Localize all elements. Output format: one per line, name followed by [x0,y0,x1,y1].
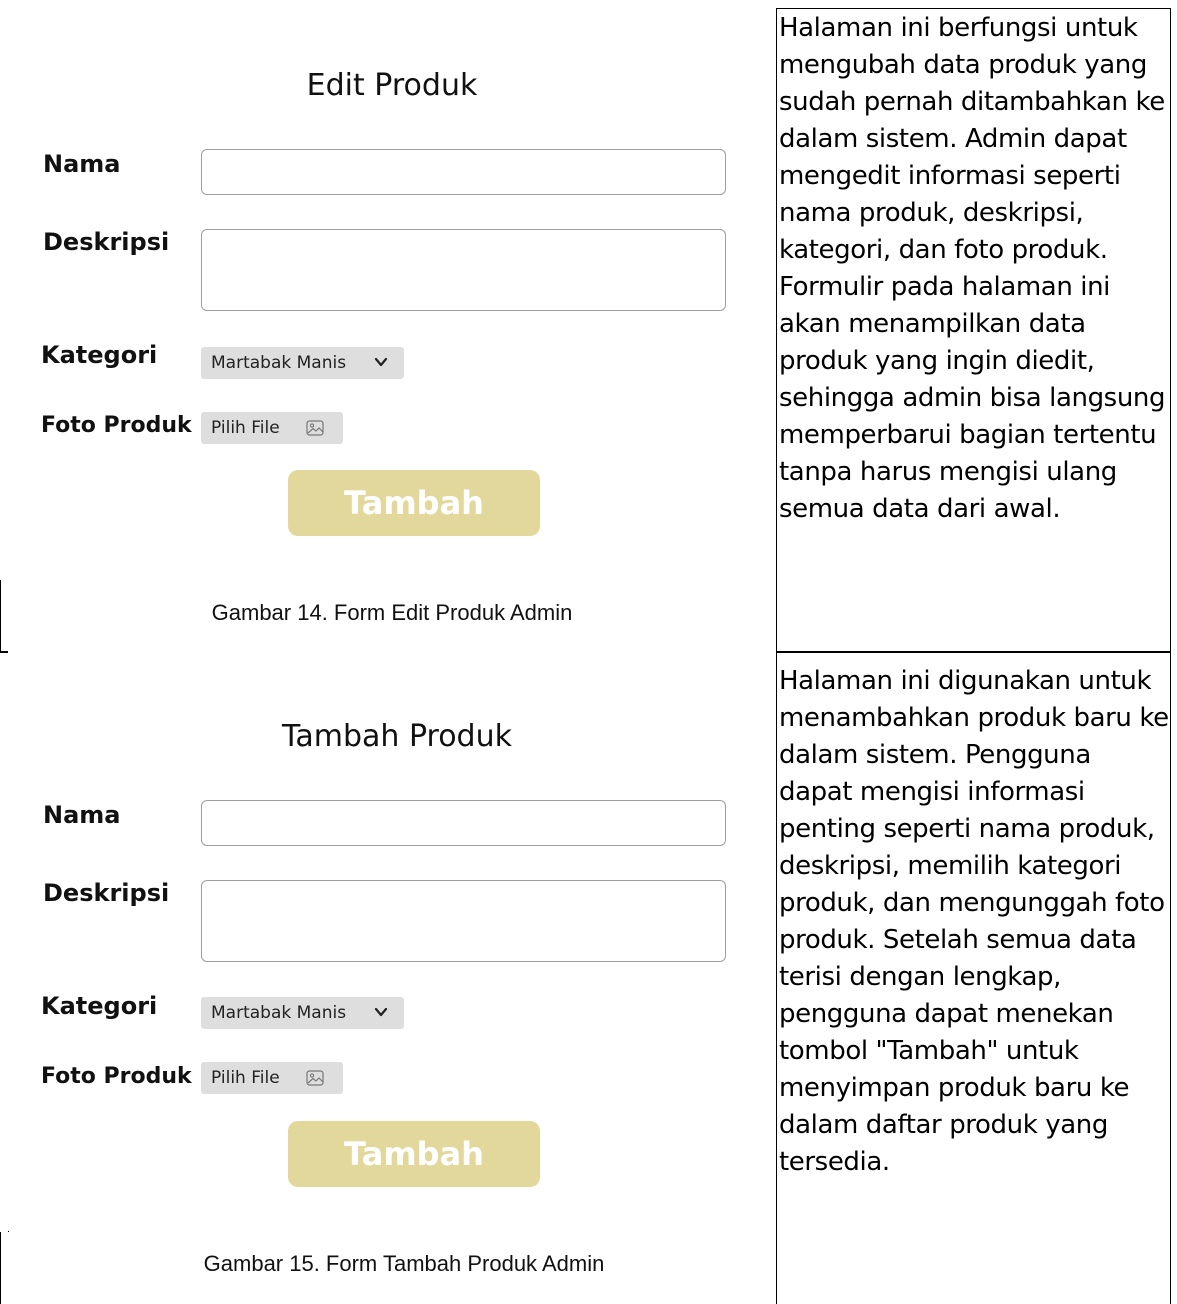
description-label: Deskripsi [43,228,170,256]
category-select[interactable]: Martabak Manis [201,347,404,379]
description-text: Halaman ini berfungsi untuk mengubah dat… [779,13,1166,524]
description-label: Deskripsi [43,879,170,907]
file-picker-button[interactable]: Pilih File [201,1062,343,1094]
table-row-edit: Edit Produk Nama Deskripsi Kategori Mart… [0,0,1177,651]
mockup-cell: Tambah Produk Nama Deskripsi Kategori Ma… [8,651,776,1304]
mockup-cell: Edit Produk Nama Deskripsi Kategori Mart… [8,0,776,651]
chevron-down-icon [374,1007,388,1017]
form-title: Edit Produk [306,68,478,103]
category-select-value: Martabak Manis [211,353,347,373]
photo-label: Foto Produk [41,413,192,438]
image-icon [306,1070,324,1086]
category-label: Kategori [41,992,158,1020]
description-input[interactable] [201,880,726,962]
name-label: Nama [43,150,121,178]
category-select[interactable]: Martabak Manis [201,997,404,1029]
chevron-down-icon [374,357,388,367]
category-select-value: Martabak Manis [211,1003,347,1023]
description-cell: Halaman ini digunakan untuk menambahkan … [776,651,1170,1304]
photo-label: Foto Produk [41,1064,192,1089]
file-picker-label: Pilih File [211,418,280,438]
figure-caption: Gambar 15. Form Tambah Produk Admin [203,1251,605,1276]
edit-product-form: Edit Produk Nama Deskripsi Kategori Mart… [8,0,776,580]
figure-caption: Gambar 14. Form Edit Produk Admin [211,600,573,625]
form-title: Tambah Produk [282,719,512,754]
name-input[interactable] [201,800,726,846]
name-label: Nama [43,801,121,829]
table-row-add: Tambah Produk Nama Deskripsi Kategori Ma… [0,651,1177,1304]
description-input[interactable] [201,229,726,311]
add-product-form: Tambah Produk Nama Deskripsi Kategori Ma… [8,651,776,1231]
name-input[interactable] [201,149,726,195]
image-icon [306,420,324,436]
description-cell: Halaman ini berfungsi untuk mengubah dat… [776,0,1170,651]
submit-button[interactable]: Tambah [288,1121,540,1187]
description-text: Halaman ini digunakan untuk menambahkan … [779,666,1169,1177]
submit-button[interactable]: Tambah [288,470,540,536]
file-picker-label: Pilih File [211,1068,280,1088]
file-picker-button[interactable]: Pilih File [201,412,343,444]
category-label: Kategori [41,341,158,369]
